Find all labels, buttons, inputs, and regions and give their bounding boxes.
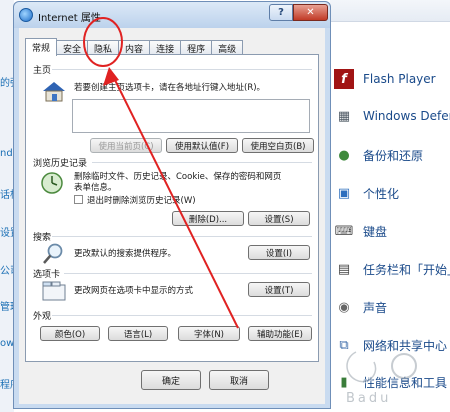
search-settings-button[interactable]: 设置(I) — [248, 245, 310, 260]
control-panel-toolbar — [330, 0, 450, 22]
delete-on-exit-label[interactable]: 退出时删除浏览历史记录(W) — [87, 194, 196, 206]
search-icon — [43, 243, 63, 264]
sound-icon: ◉ — [338, 299, 350, 315]
history-description-2: 表单信息。 — [74, 183, 117, 193]
homepage-description: 若要创建主页选项卡，请在各地址行键入地址(R)。 — [74, 83, 266, 93]
tab-strip: 常规 安全 隐私 内容 连接 程序 高级 — [25, 38, 244, 56]
taskbar-icon: ▤ — [337, 261, 351, 277]
backup-icon: ● — [338, 147, 350, 163]
tabs-icon — [42, 281, 66, 301]
close-button[interactable]: ✕ — [293, 4, 328, 21]
tab-advanced[interactable]: 高级 — [211, 40, 244, 55]
close-icon: ✕ — [306, 7, 315, 18]
section-divider — [52, 315, 312, 316]
keyboard-icon: ⌨ — [334, 223, 354, 239]
cp-item-taskbar[interactable]: ▤ 任务栏和「开始」 — [334, 257, 450, 281]
tab-content[interactable]: 内容 — [118, 40, 151, 55]
delete-on-exit-checkbox[interactable] — [74, 195, 83, 204]
history-section-label: 浏览历史记录 — [33, 159, 88, 169]
cancel-button[interactable]: 取消 — [209, 370, 269, 390]
tab-general[interactable]: 常规 — [25, 38, 58, 56]
dialog-titlebar[interactable]: Internet 属性 ? ✕ — [14, 2, 330, 28]
internet-options-dialog: Internet 属性 ? ✕ 常规 安全 隐私 内容 连接 程序 高级 主页 … — [13, 1, 331, 409]
personalize-icon: ▣ — [337, 185, 351, 201]
languages-button[interactable]: 语言(L) — [108, 326, 168, 341]
cp-item-backup-restore[interactable]: ● 备份和还原 — [334, 143, 423, 167]
accessibility-button[interactable]: 辅助功能(E) — [248, 326, 312, 341]
cp-item-flash-player[interactable]: f Flash Player — [334, 67, 436, 91]
homepage-section-label: 主页 — [33, 66, 52, 76]
help-button[interactable]: ? — [269, 4, 293, 21]
search-description: 更改默认的搜索提供程序。 — [74, 249, 177, 259]
tab-privacy[interactable]: 隐私 — [87, 40, 120, 55]
flash-icon: f — [334, 69, 354, 89]
history-settings-button[interactable]: 设置(S) — [248, 211, 310, 226]
section-divider — [64, 273, 312, 274]
colors-button[interactable]: 颜色(O) — [40, 326, 100, 341]
dialog-client-area: 常规 安全 隐私 内容 连接 程序 高级 主页 若要创建主页选项卡，请在各地址行… — [19, 28, 325, 404]
use-default-button[interactable]: 使用默认值(F) — [166, 138, 238, 153]
cp-item-windows-defender[interactable]: ▦ Windows Defen — [334, 104, 450, 128]
watermark-logo: Badu — [345, 350, 417, 406]
background-left-strip — [0, 0, 14, 412]
section-divider — [52, 236, 312, 237]
section-divider — [92, 162, 312, 163]
dialog-title: Internet 属性 — [38, 13, 101, 24]
tab-programs[interactable]: 程序 — [180, 40, 213, 55]
defender-icon: ▦ — [337, 108, 351, 124]
tab-security[interactable]: 安全 — [56, 40, 89, 55]
internet-explorer-icon — [19, 8, 33, 22]
cp-item-keyboard[interactable]: ⌨ 键盘 — [334, 219, 387, 243]
tabs-settings-button[interactable]: 设置(T) — [248, 282, 310, 297]
appearance-section-label: 外观 — [33, 312, 52, 322]
cp-item-sound[interactable]: ◉ 声音 — [334, 295, 387, 319]
fonts-button[interactable]: 字体(N) — [178, 326, 240, 341]
home-icon — [43, 82, 65, 102]
section-divider — [52, 69, 312, 70]
general-tab-panel: 主页 若要创建主页选项卡，请在各地址行键入地址(R)。 使用当前页(C) 使用默… — [25, 54, 319, 362]
history-icon — [41, 172, 63, 194]
bg-left-label: nd — [0, 148, 13, 159]
use-current-button[interactable]: 使用当前页(C) — [90, 138, 162, 153]
watermark-text: Badu — [346, 391, 391, 406]
tab-connections[interactable]: 连接 — [149, 40, 182, 55]
use-blank-button[interactable]: 使用空白页(B) — [242, 138, 314, 153]
ok-button[interactable]: 确定 — [141, 370, 201, 390]
cp-item-personalize[interactable]: ▣ 个性化 — [334, 181, 399, 205]
tabs-description: 更改网页在选项卡中显示的方式 — [74, 286, 194, 296]
delete-history-button[interactable]: 删除(D)... — [172, 211, 244, 226]
homepage-address-field[interactable] — [72, 99, 310, 133]
